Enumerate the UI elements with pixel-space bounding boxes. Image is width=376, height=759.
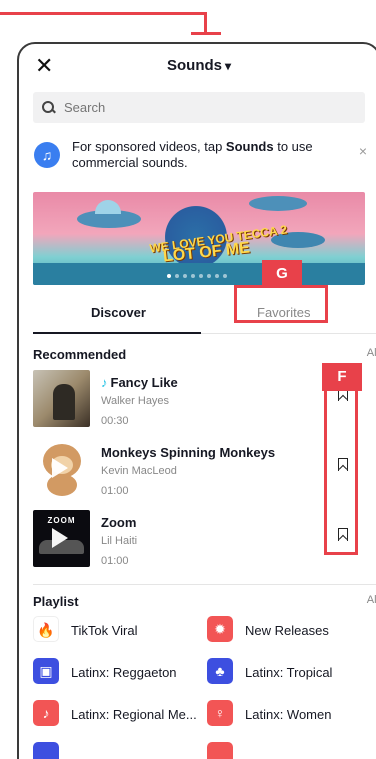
playlist-item[interactable] <box>207 742 376 759</box>
flame-icon: 🔥 <box>33 616 59 642</box>
annotation-label-f: F <box>322 363 362 391</box>
tab-discover[interactable]: Discover <box>91 305 146 320</box>
tab-active-indicator <box>33 332 201 334</box>
see-all-link[interactable]: All <box>367 347 376 359</box>
sounds-sheet: ✕ Sounds▾ ♫ For sponsored videos, tap So… <box>17 42 376 759</box>
carousel-dot[interactable] <box>167 274 171 278</box>
annotation-connector-vertical <box>204 12 207 34</box>
playlist-item[interactable]: ♀ Latinx: Women <box>207 700 376 728</box>
search-icon <box>42 100 56 115</box>
playlist-header: Playlist All <box>19 585 376 613</box>
see-all-link[interactable]: All <box>367 594 376 606</box>
section-title: Playlist <box>33 594 79 609</box>
playlist-label: New Releases <box>245 623 329 638</box>
annotation-box-f <box>324 383 358 555</box>
ufo-illustration <box>249 196 307 211</box>
album-cover <box>33 370 90 427</box>
album-cover: ZOOM <box>33 510 90 567</box>
section-title: Recommended <box>33 347 127 362</box>
commercial-sounds-notice: ♫ For sponsored videos, tap Sounds to us… <box>19 132 376 192</box>
playlist-label: Latinx: Tropical <box>245 665 333 680</box>
carousel-dot[interactable] <box>215 274 219 278</box>
track-title: ♪ Fancy Like <box>101 375 178 390</box>
playlist-icon <box>207 742 233 759</box>
header: ✕ Sounds ▾ <box>19 44 376 90</box>
carousel-dot[interactable] <box>199 274 203 278</box>
play-icon[interactable] <box>52 458 68 478</box>
playlist-item[interactable] <box>33 742 207 759</box>
playlist-label: Latinx: Regional Me... <box>71 707 197 722</box>
annotation-connector-tee <box>191 32 221 35</box>
carousel-dot[interactable] <box>191 274 195 278</box>
guitar-icon: ♪ <box>33 700 59 726</box>
annotation-box-g <box>234 285 328 323</box>
track-artist: Kevin MacLeod <box>101 465 177 477</box>
track-duration: 00:30 <box>101 415 129 427</box>
ufo-illustration <box>77 200 141 228</box>
carousel-dot[interactable] <box>183 274 187 278</box>
search-bar[interactable] <box>33 92 365 123</box>
playlist-item[interactable]: ✹ New Releases <box>207 616 376 644</box>
music-note-icon: ♫ <box>34 142 60 168</box>
female-symbol-icon: ♀ <box>207 700 233 726</box>
playlist-item[interactable]: ♣ Latinx: Tropical <box>207 658 376 686</box>
close-icon[interactable]: × <box>359 143 367 159</box>
track-title: Monkeys Spinning Monkeys <box>101 445 276 460</box>
playlist-item[interactable]: 🔥 TikTok Viral <box>33 616 207 644</box>
track-artist: Lil Haiti <box>101 535 138 547</box>
search-input[interactable] <box>64 100 324 115</box>
carousel-dot[interactable] <box>223 274 227 278</box>
track-title: Zoom <box>101 515 137 530</box>
track-row[interactable]: Monkeys Spinning Monkeys Kevin MacLeod 0… <box>19 436 376 506</box>
sounds-title-dropdown[interactable]: Sounds ▾ <box>19 57 376 74</box>
playlist-item[interactable]: ♪ Latinx: Regional Me... <box>33 700 207 728</box>
track-duration: 01:00 <box>101 555 129 567</box>
carousel-dot[interactable] <box>175 274 179 278</box>
annotation-connector-horizontal <box>0 12 207 15</box>
play-icon[interactable] <box>52 528 68 548</box>
palm-tree-icon: ♣ <box>207 658 233 684</box>
album-cover <box>33 440 90 497</box>
notice-text: For sponsored videos, tap Sounds to use … <box>72 139 313 170</box>
track-artist: Walker Hayes <box>101 395 170 407</box>
carousel-dot[interactable] <box>207 274 211 278</box>
cover-text: ZOOM <box>47 516 76 525</box>
promo-banner[interactable]: WE LOVE YOU TECCA 2 LOT OF ME <box>33 192 365 285</box>
badge-exclamation-icon: ✹ <box>207 616 233 642</box>
playlist-label: Latinx: Reggaeton <box>71 665 177 680</box>
playlist-label: Latinx: Women <box>245 707 332 722</box>
tiktok-original-icon: ♪ <box>101 375 108 390</box>
chevron-down-icon: ▾ <box>224 59 232 73</box>
page-title: Sounds <box>166 57 222 74</box>
playlist-grid: 🔥 TikTok Viral ✹ New Releases ▣ Latinx: … <box>19 616 376 759</box>
carousel-dots[interactable] <box>167 274 227 278</box>
recommended-header: Recommended All <box>19 338 376 366</box>
playlist-item[interactable]: ▣ Latinx: Reggaeton <box>33 658 207 686</box>
track-duration: 01:00 <box>101 485 129 497</box>
boombox-icon: ▣ <box>33 658 59 684</box>
annotation-label-g: G <box>262 260 302 288</box>
playlist-icon <box>33 742 59 759</box>
track-row[interactable]: ZOOM Zoom Lil Haiti 01:00 <box>19 506 376 576</box>
playlist-label: TikTok Viral <box>71 623 138 638</box>
